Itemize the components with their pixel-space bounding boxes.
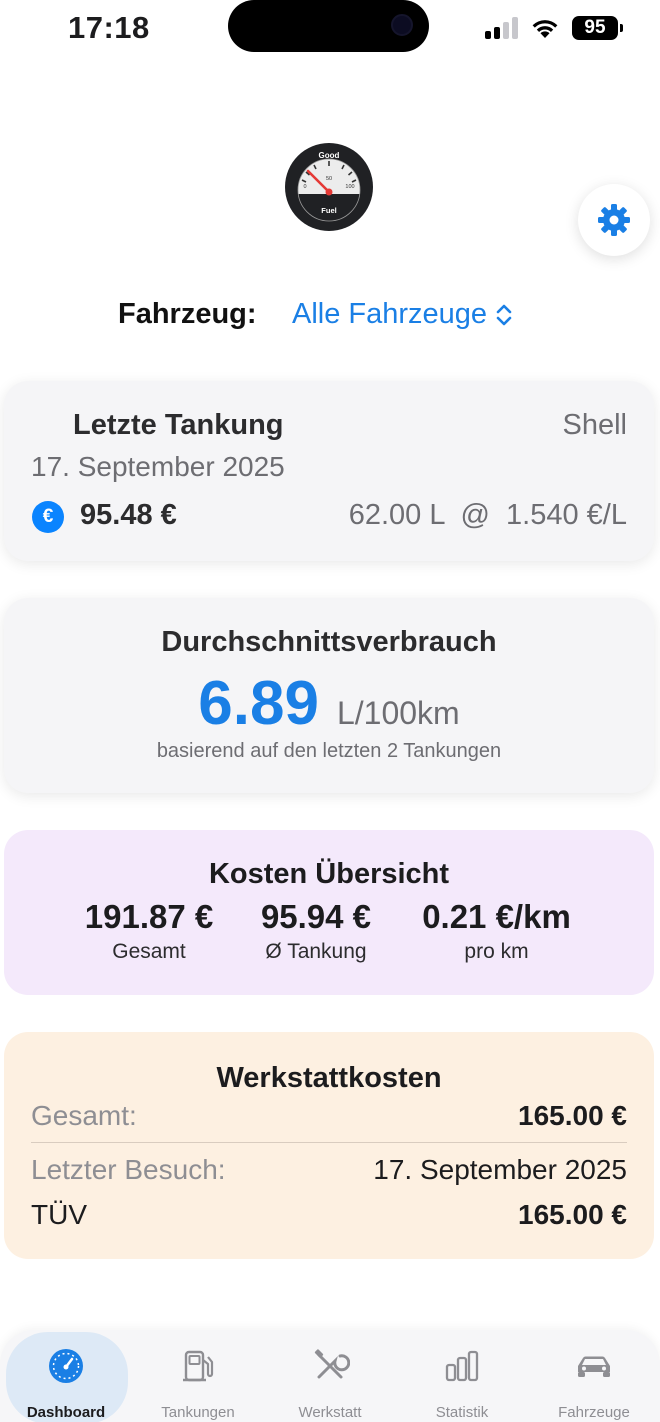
euro-icon: € bbox=[32, 501, 64, 533]
workshop-row-value: 165.00 € bbox=[518, 1100, 627, 1131]
bar-chart-icon bbox=[445, 1350, 479, 1382]
tab-fahrzeuge[interactable]: Fahrzeuge bbox=[528, 1330, 660, 1422]
workshop-row-value: 17. September 2025 bbox=[373, 1154, 627, 1185]
workshop-row-key: Gesamt: bbox=[31, 1100, 137, 1131]
consumption-unit: L/100km bbox=[336, 695, 460, 731]
tab-label: Werkstatt bbox=[298, 1404, 362, 1421]
battery-level: 95 bbox=[584, 17, 606, 38]
last-refuel-title: Letzte Tankung bbox=[73, 409, 284, 441]
logo-bottom-text: Fuel bbox=[321, 206, 336, 215]
workshop-row-tuv: TÜV 165.00 € bbox=[31, 1199, 627, 1239]
logo-scale-min: 0 bbox=[303, 184, 306, 190]
costs-overview-card: Kosten Übersicht 191.87 € Gesamt 95.94 €… bbox=[4, 830, 654, 995]
tab-label: Fahrzeuge bbox=[558, 1404, 630, 1421]
cost-stat-total: 191.87 € Gesamt bbox=[63, 898, 235, 964]
consumption-card: Durchschnittsverbrauch 6.89 L/100km basi… bbox=[4, 598, 654, 793]
vehicle-label: Fahrzeug: bbox=[118, 298, 257, 330]
battery-icon: 95 bbox=[572, 16, 623, 40]
logo-top-text: Good bbox=[319, 151, 340, 160]
vehicle-selector-row: Fahrzeug: Alle Fahrzeuge bbox=[0, 292, 660, 340]
cost-stat-average: 95.94 € Ø Tankung bbox=[236, 898, 396, 964]
last-refuel-detail: 62.00 L @ 1.540 €/L bbox=[348, 499, 627, 531]
dashboard-gauge-icon bbox=[49, 1349, 83, 1383]
tab-statistik[interactable]: Statistik bbox=[396, 1330, 528, 1422]
logo-scale-max: 100 bbox=[345, 184, 354, 190]
logo-scale-mid: 50 bbox=[326, 176, 332, 182]
cost-stat-per-km: 0.21 €/km pro km bbox=[409, 898, 584, 964]
workshop-row-value: 165.00 € bbox=[518, 1199, 627, 1230]
fuel-pump-icon bbox=[183, 1350, 214, 1382]
cost-stat-value: 191.87 € bbox=[84, 898, 214, 935]
cost-stat-label: pro km bbox=[464, 940, 529, 963]
consumption-value: 6.89 bbox=[198, 669, 319, 738]
cost-stat-value: 0.21 €/km bbox=[422, 898, 571, 935]
status-time: 17:18 bbox=[68, 10, 150, 45]
tab-label: Dashboard bbox=[26, 1404, 106, 1421]
vehicle-picker[interactable]: Alle Fahrzeuge bbox=[292, 298, 513, 331]
last-refuel-price: 95.48 € bbox=[80, 499, 177, 531]
status-bar: 17:18 95 bbox=[0, 0, 660, 56]
vehicle-picker-value: Alle Fahrzeuge bbox=[292, 298, 488, 330]
tab-bar: Dashboard Tankungen Werkstatt Statistik … bbox=[0, 1330, 660, 1422]
workshop-row-key: Letzter Besuch: bbox=[31, 1154, 226, 1185]
tab-tankungen[interactable]: Tankungen bbox=[132, 1330, 264, 1422]
gear-icon bbox=[598, 204, 630, 236]
settings-button[interactable] bbox=[578, 184, 650, 256]
workshop-title: Werkstattkosten bbox=[216, 1062, 442, 1094]
camera-icon bbox=[391, 14, 413, 36]
workshop-row-total: Gesamt: 165.00 € bbox=[31, 1100, 627, 1140]
workshop-row-last-visit: Letzter Besuch: 17. September 2025 bbox=[31, 1154, 627, 1194]
cost-stat-value: 95.94 € bbox=[260, 898, 372, 935]
wifi-icon bbox=[532, 20, 558, 38]
tab-label: Tankungen bbox=[161, 1404, 235, 1421]
dashboard-screen: 17:18 95 Good 50 0 100 Fuel Fahrzeug: Al… bbox=[0, 0, 660, 1422]
consumption-title: Durchschnittsverbrauch bbox=[161, 626, 497, 658]
consumption-note: basierend auf den letzten 2 Tankungen bbox=[156, 740, 502, 762]
dynamic-island bbox=[228, 0, 429, 52]
workshop-divider bbox=[31, 1142, 627, 1143]
last-refuel-date: 17. September 2025 bbox=[31, 451, 285, 482]
workshop-row-key: TÜV bbox=[31, 1199, 87, 1230]
status-icons: 95 bbox=[485, 16, 623, 40]
last-refuel-station: Shell bbox=[562, 409, 628, 441]
tab-label: Statistik bbox=[435, 1404, 489, 1421]
tab-werkstatt[interactable]: Werkstatt bbox=[264, 1330, 396, 1422]
chevron-up-down-icon bbox=[496, 304, 512, 325]
cost-stat-label: Gesamt bbox=[112, 940, 186, 963]
consumption-value-row: 6.89 L/100km bbox=[4, 668, 654, 739]
tab-dashboard[interactable]: Dashboard bbox=[0, 1330, 132, 1422]
app-logo: Good 50 0 100 Fuel bbox=[284, 142, 374, 232]
last-refuel-card[interactable]: Letzte Tankung Shell 17. September 2025 … bbox=[4, 381, 654, 561]
cellular-signal-icon bbox=[485, 17, 518, 39]
wrench-screwdriver-icon bbox=[314, 1349, 350, 1379]
car-icon bbox=[578, 1356, 610, 1377]
costs-title: Kosten Übersicht bbox=[208, 858, 450, 890]
cost-stat-label: Ø Tankung bbox=[265, 940, 367, 963]
workshop-costs-card[interactable]: Werkstattkosten Gesamt: 165.00 € Letzter… bbox=[4, 1032, 654, 1259]
